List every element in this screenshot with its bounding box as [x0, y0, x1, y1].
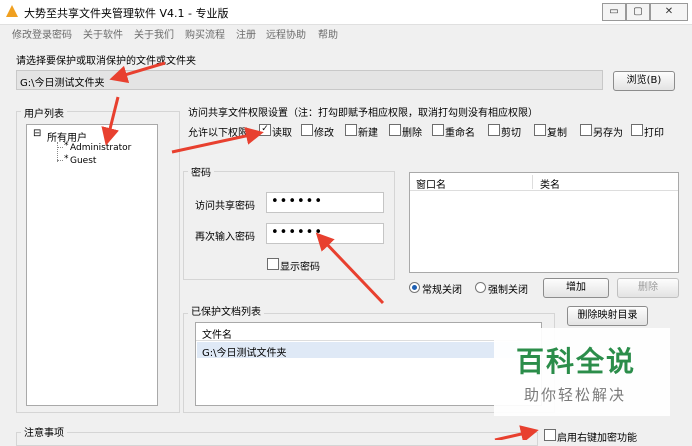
annotation-arrows [101, 61, 539, 440]
arrow-to-password [315, 232, 385, 305]
arrow-to-path [109, 61, 166, 84]
arrow-to-user-tree [101, 96, 120, 146]
arrow-to-permissions [171, 127, 264, 154]
arrow-to-encrypt [494, 425, 539, 440]
